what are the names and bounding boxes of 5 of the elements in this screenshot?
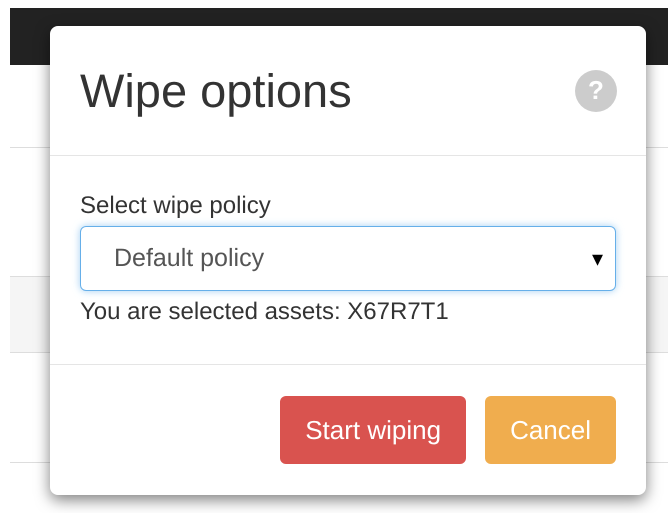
- selected-assets-text: You are selected assets: X67R7T1: [80, 298, 450, 326]
- policy-select[interactable]: Default policy ▾: [80, 226, 616, 291]
- field-label: Select wipe policy: [80, 192, 272, 220]
- start-wiping-button[interactable]: Start wiping: [280, 396, 466, 464]
- dialog-title: Wipe options: [80, 63, 352, 118]
